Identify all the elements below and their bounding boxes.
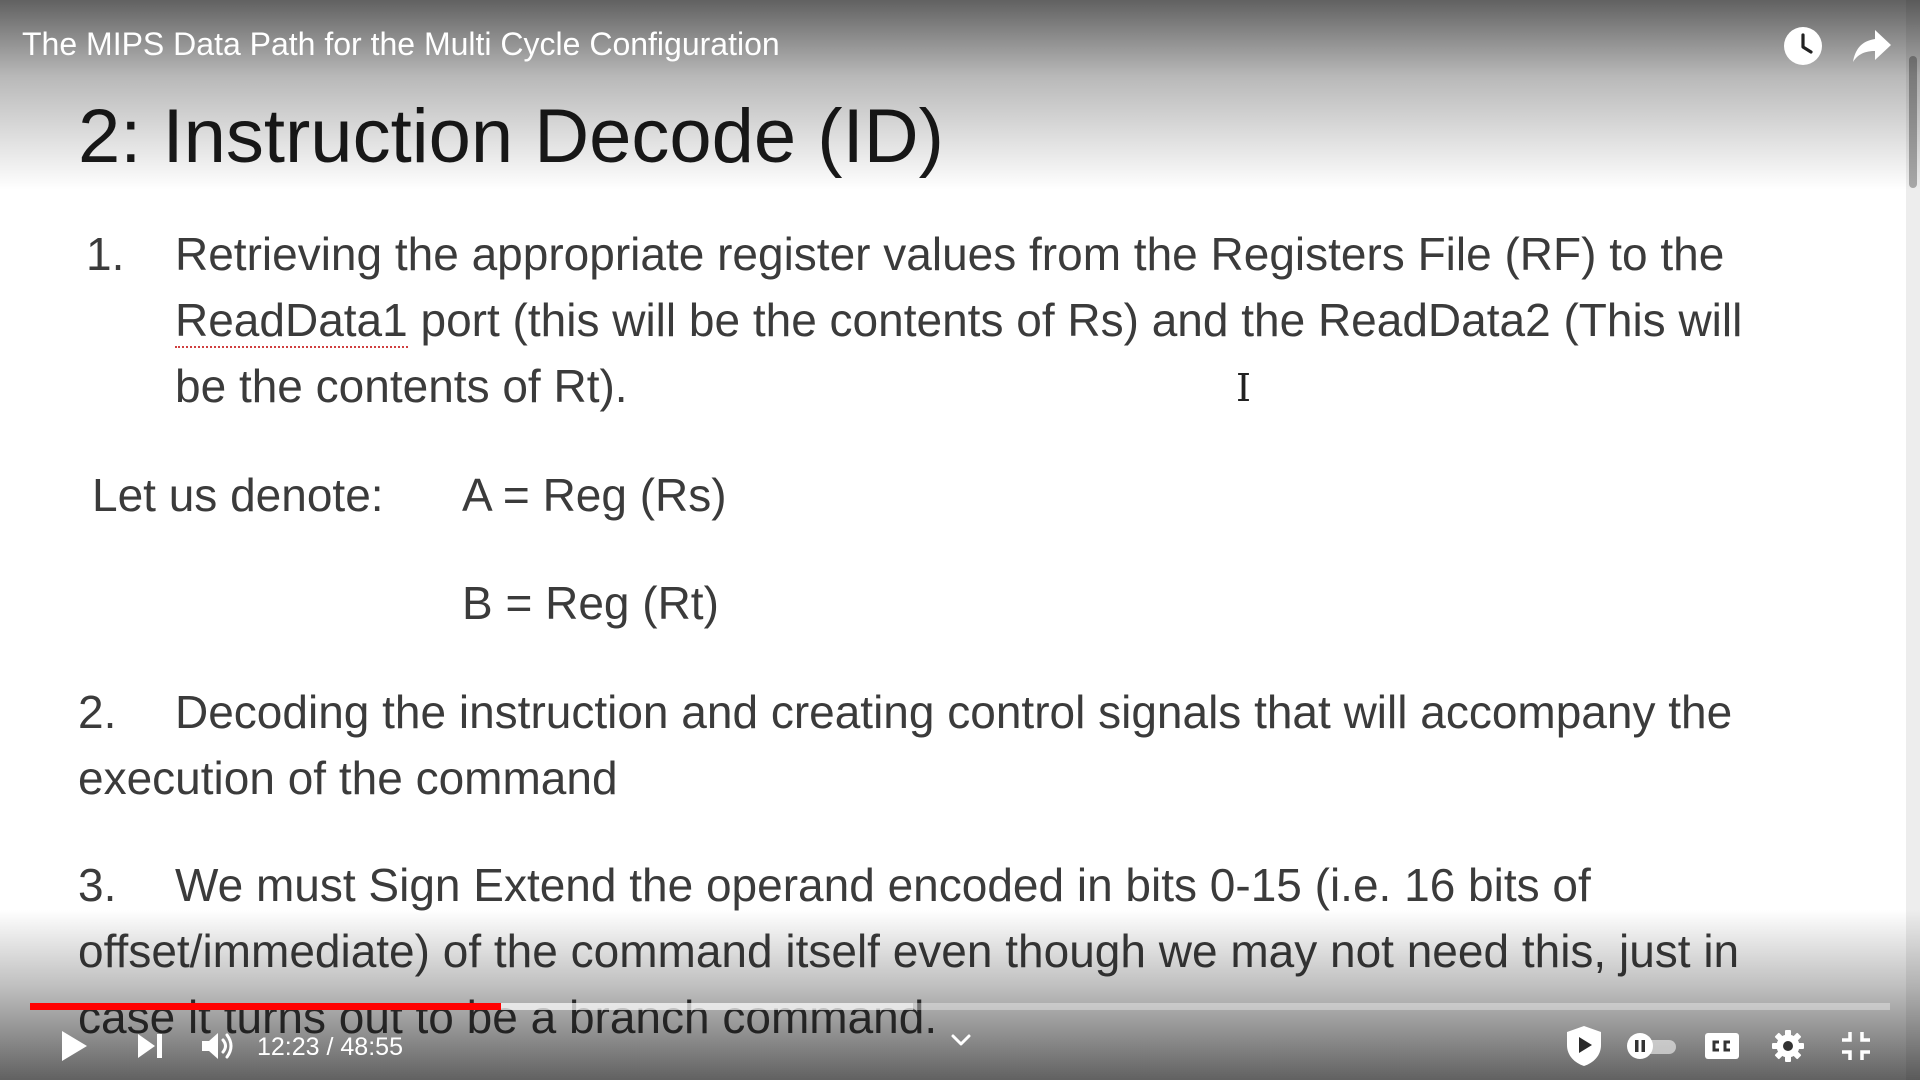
item-1-line-3: be the contents of Rt). — [175, 360, 628, 412]
slide-scrollbar-thumb[interactable] — [1909, 56, 1917, 188]
video-player[interactable]: 2: Instruction Decode (ID) 1. Retrieving… — [0, 0, 1920, 1080]
gear-icon — [1772, 1030, 1804, 1062]
item-3-line-1: We must Sign Extend the operand encoded … — [175, 859, 1591, 911]
item-1-line-2: ReadData1 port (this will be the content… — [175, 287, 1742, 353]
exit-fullscreen-button[interactable] — [1834, 1024, 1878, 1068]
item-1-number: 1. — [86, 228, 125, 280]
equation-a: A = Reg (Rs) — [462, 469, 727, 521]
item-3-number: 3. — [78, 859, 117, 911]
slide-title: 2: Instruction Decode (ID) — [78, 94, 944, 179]
play-icon — [62, 1031, 87, 1061]
video-title[interactable]: The MIPS Data Path for the Multi Cycle C… — [22, 22, 780, 66]
privacy-shield-button[interactable] — [1562, 1022, 1606, 1070]
cc-icon — [1705, 1033, 1739, 1059]
item-1-line-1: Retrieving the appropriate register valu… — [175, 228, 1725, 280]
misspelled-word: ReadData1 — [175, 294, 408, 348]
next-button[interactable] — [128, 1024, 172, 1068]
denote-label: Let us denote: — [92, 469, 384, 521]
time-separator: / — [319, 1033, 341, 1061]
chapters-toggle[interactable] — [944, 1026, 978, 1054]
item-3-line-2: offset/immediate) of the command itself … — [78, 925, 1740, 977]
autoplay-toggle-icon — [1627, 1033, 1676, 1059]
clock-icon — [1784, 27, 1822, 65]
slide-frame: 2: Instruction Decode (ID) 1. Retrieving… — [0, 0, 1920, 1080]
watch-later-button[interactable] — [1779, 22, 1827, 70]
chevron-down-icon — [951, 1034, 971, 1046]
item-2-number: 2. — [78, 686, 117, 738]
time-display: 12:23 / 48:55 — [257, 1030, 403, 1064]
exit-fullscreen-icon — [1842, 1032, 1870, 1060]
play-button[interactable] — [52, 1024, 96, 1068]
item-1-line-2-rest: port (this will be the contents of Rs) a… — [407, 294, 1743, 346]
time-duration: 48:55 — [340, 1033, 403, 1061]
equation-b: B = Reg (Rt) — [462, 577, 719, 629]
volume-button[interactable] — [194, 1024, 242, 1068]
next-icon — [138, 1034, 162, 1058]
share-button[interactable] — [1848, 22, 1896, 70]
text-cursor-icon: I — [1236, 366, 1252, 410]
time-current: 12:23 — [257, 1033, 320, 1061]
progress-bar[interactable] — [30, 1003, 1890, 1010]
progress-played — [30, 1003, 501, 1010]
share-icon — [1853, 30, 1891, 62]
captions-button[interactable] — [1700, 1026, 1744, 1066]
volume-icon — [202, 1033, 233, 1059]
settings-button[interactable] — [1766, 1024, 1810, 1068]
shield-icon — [1567, 1026, 1601, 1066]
item-2-line-2: execution of the command — [78, 752, 618, 804]
item-2-line-1: Decoding the instruction and creating co… — [175, 686, 1733, 738]
autoplay-toggle[interactable] — [1626, 1030, 1678, 1062]
